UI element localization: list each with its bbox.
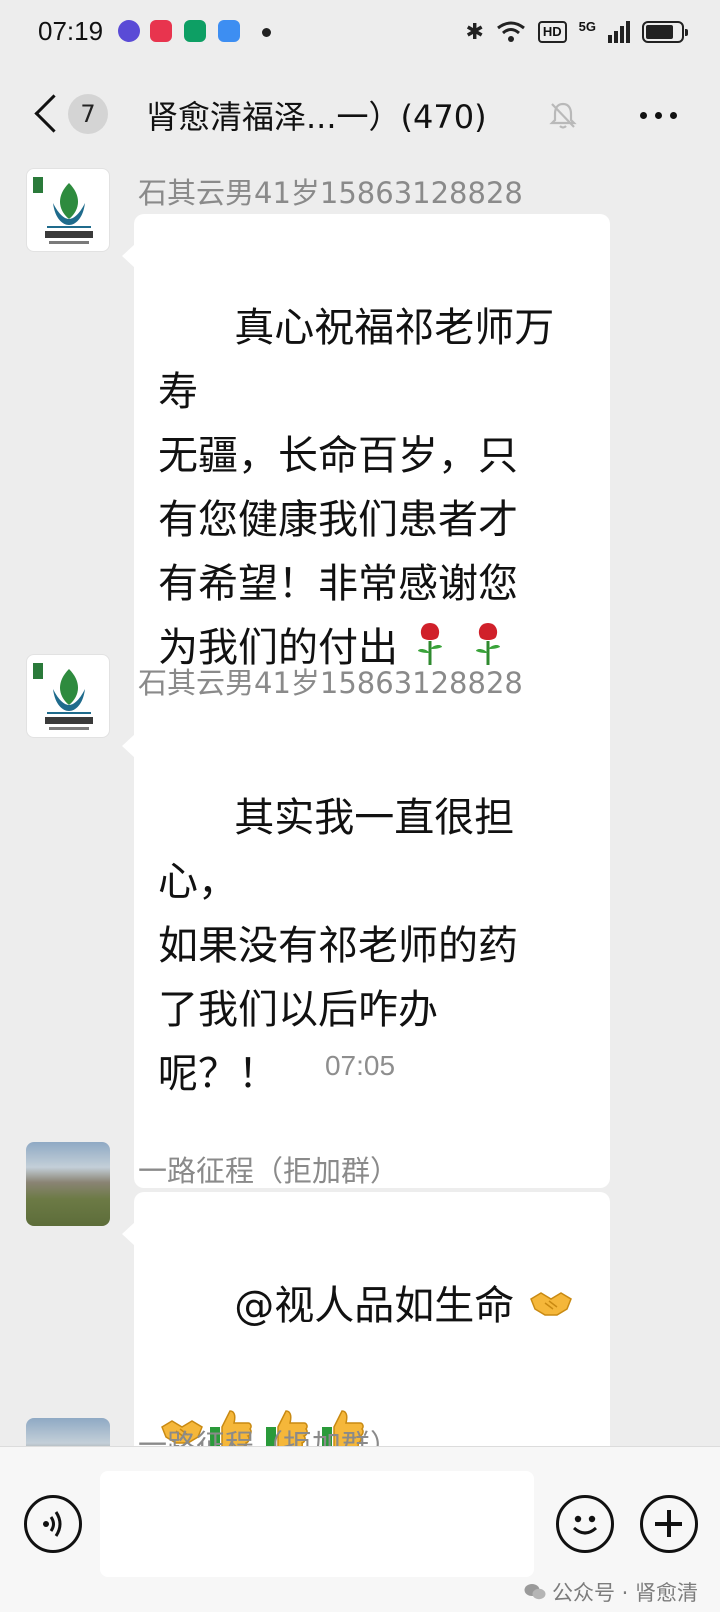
sender-name: 石其云男41岁15863128828 (138, 176, 523, 210)
chat-title: 肾愈清福泽...一）(470) (146, 98, 487, 136)
wechat-icon (524, 1584, 546, 1600)
hd-badge: HD (537, 21, 567, 43)
sender-name: 一路征程（拒加群） (138, 1428, 400, 1446)
time-separator: 07:05 (324, 1050, 396, 1081)
watermark: 公众号 · 肾愈清 (524, 1577, 698, 1607)
search-app-icon (218, 20, 240, 42)
status-time: 07:19 (38, 16, 104, 46)
voice-icon (43, 1511, 62, 1537)
wifi-icon (496, 21, 525, 42)
watermark-text: 公众号 · 肾愈清 (551, 1581, 698, 1605)
sender-name: 一路征程（拒加群） (138, 1154, 400, 1188)
message-input[interactable] (100, 1471, 534, 1577)
message-bubble[interactable]: 其实我一直很担心， 如果没有祁老师的药 了我们以后咋办 呢？！ (122, 704, 610, 1188)
chat-header: 7 肾愈清福泽...一）(470) (0, 64, 720, 162)
muted-bell-icon (549, 102, 577, 129)
emoji-button[interactable] (556, 1495, 614, 1553)
signal-icon (608, 21, 630, 43)
sender-avatar[interactable] (26, 1142, 110, 1226)
battery-icon (642, 21, 688, 43)
sender-avatar[interactable] (26, 168, 110, 252)
more-notifications-dot (262, 28, 271, 37)
message-text: @视人品如生命 (234, 1283, 528, 1329)
brand-logo-icon (33, 177, 93, 244)
message-text: 真心祝福祁老师万寿 无疆，长命百岁，只 有您健康我们患者才 有希望！非常感谢您 … (158, 305, 555, 671)
oppo-app-icon (184, 20, 206, 42)
message-bubble[interactable]: @视人品如生命 (122, 1192, 610, 1446)
brand-logo-icon (33, 663, 93, 730)
network-type-label: 5G (578, 18, 596, 34)
sender-avatar[interactable] (26, 654, 110, 738)
app-notification-icon (118, 20, 140, 42)
more-actions-button[interactable] (640, 1495, 698, 1553)
voice-input-button[interactable] (24, 1495, 82, 1553)
smiley-icon (572, 1515, 598, 1535)
sender-avatar[interactable] (26, 1418, 110, 1446)
back-button[interactable] (30, 92, 70, 136)
sender-name: 石其云男41岁15863128828 (138, 666, 523, 700)
status-bar: 07:19 ✱ HD 5G (0, 0, 720, 64)
video-app-icon (150, 20, 172, 42)
bluetooth-icon: ✱ (465, 19, 484, 45)
handshake-emoji-icon (530, 1292, 572, 1316)
more-options-button[interactable] (640, 112, 677, 119)
message-list[interactable]: 石其云男41岁15863128828 真心祝福祁老师万寿 无疆，长命百岁，只 有… (0, 162, 720, 1446)
input-bar: 公众号 · 肾愈清 (0, 1446, 720, 1612)
unread-count-badge[interactable]: 7 (68, 94, 108, 134)
